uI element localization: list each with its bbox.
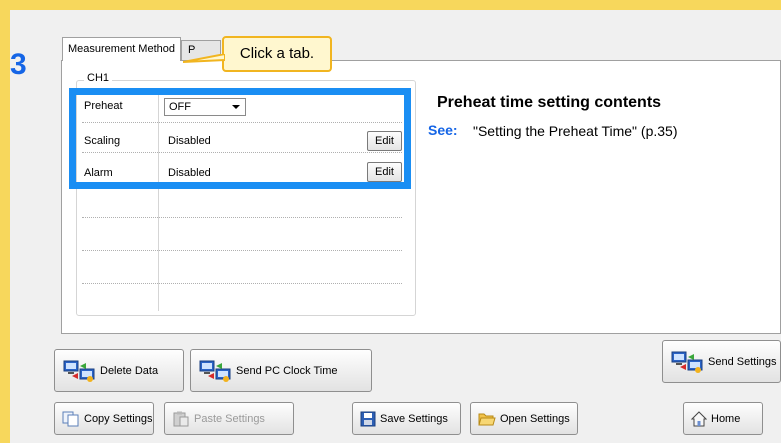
open-settings-label: Open Settings bbox=[500, 412, 570, 425]
tab-measurement-method[interactable]: Measurement Method bbox=[62, 37, 181, 61]
save-settings-label: Save Settings bbox=[380, 412, 448, 425]
frame-left-border bbox=[0, 0, 10, 443]
home-icon bbox=[691, 410, 707, 426]
send-pc-clock-time-label: Send PC Clock Time bbox=[236, 364, 338, 377]
open-folder-icon bbox=[478, 413, 496, 425]
row-separator bbox=[82, 283, 402, 284]
row-separator bbox=[82, 250, 402, 251]
callout-pointer bbox=[183, 54, 225, 63]
pc-transfer-icon bbox=[63, 360, 95, 382]
home-label: Home bbox=[711, 412, 741, 425]
send-settings-button[interactable]: Send Settings bbox=[662, 340, 781, 383]
copy-settings-label: Copy Settings bbox=[84, 412, 153, 425]
copy-settings-button[interactable]: Copy Settings bbox=[54, 402, 154, 435]
paste-settings-button[interactable]: Paste Settings bbox=[164, 402, 294, 435]
callout: Click a tab. bbox=[222, 36, 332, 72]
row-separator bbox=[82, 217, 402, 218]
delete-data-button[interactable]: Delete Data bbox=[54, 349, 184, 392]
delete-data-label: Delete Data bbox=[100, 364, 159, 377]
info-title: Preheat time setting contents bbox=[437, 94, 662, 111]
paste-icon bbox=[173, 411, 189, 426]
paste-settings-label: Paste Settings bbox=[194, 412, 265, 425]
pc-transfer-icon bbox=[671, 351, 703, 373]
channel-group-title: CH1 bbox=[84, 72, 113, 84]
frame-top-border bbox=[0, 0, 781, 10]
step-number: 3 bbox=[10, 48, 27, 81]
copy-icon bbox=[62, 411, 79, 426]
send-settings-label: Send Settings bbox=[708, 355, 777, 368]
save-disk-icon bbox=[360, 411, 376, 426]
open-settings-button[interactable]: Open Settings bbox=[470, 402, 578, 435]
send-pc-clock-time-button[interactable]: Send PC Clock Time bbox=[190, 349, 372, 392]
highlight-frame bbox=[69, 88, 411, 189]
pc-transfer-icon bbox=[199, 360, 231, 382]
see-label: See: bbox=[428, 122, 458, 138]
home-button[interactable]: Home bbox=[683, 402, 763, 435]
save-settings-button[interactable]: Save Settings bbox=[352, 402, 461, 435]
see-reference: "Setting the Preheat Time" (p.35) bbox=[473, 123, 678, 139]
